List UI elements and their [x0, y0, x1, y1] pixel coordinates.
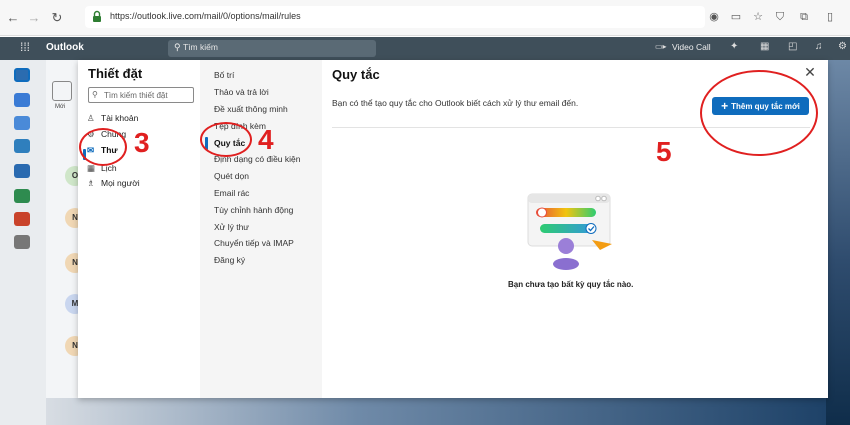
subnav-compose-reply[interactable]: Thảo và trả lời [214, 87, 269, 97]
calendar-app-icon[interactable] [14, 93, 30, 107]
outlook-header [0, 37, 850, 60]
subnav-junk-email[interactable]: Email rác [214, 188, 249, 198]
search-icon: ⚲ [92, 90, 98, 99]
settings-nav-account[interactable]: ♙ Tài khoản [87, 111, 192, 125]
shield-icon[interactable]: ⛉ [772, 9, 788, 25]
annotation-number: 3 [134, 127, 150, 158]
split-screen-icon[interactable]: ▯ [822, 9, 838, 25]
settings-nav-label: Mọi người [101, 178, 140, 188]
app-launcher-icon[interactable]: ⁞⁞⁞ [20, 40, 30, 54]
settings-gear-icon[interactable]: ⚙ [838, 41, 847, 52]
new-mail-button[interactable] [52, 81, 72, 101]
empty-state-text: Bạn chưa tạo bất kỳ quy tắc nào. [508, 280, 634, 289]
subnav-message-handling[interactable]: Xử lý thư [214, 222, 249, 232]
rules-illustration-icon [527, 193, 612, 270]
excel-app-icon[interactable] [14, 189, 30, 203]
settings-title: Thiết đặt [88, 66, 143, 81]
chat-icon[interactable]: ◰ [788, 41, 797, 52]
reload-icon[interactable]: ↻ [48, 9, 66, 27]
subnav-sweep[interactable]: Quét dọn [214, 171, 249, 181]
annotation-circle-rules [200, 122, 252, 157]
new-mail-label: Mới [55, 104, 66, 110]
reader-mode-icon[interactable]: ▭ [728, 9, 744, 25]
subnav-smart-suggestions[interactable]: Đề xuất thông minh [214, 104, 288, 114]
word-app-icon[interactable] [14, 164, 30, 178]
more-apps-icon[interactable] [14, 235, 30, 249]
lock-icon [93, 10, 101, 22]
close-icon[interactable]: ✕ [802, 64, 818, 80]
annotation-circle-add-rule [700, 70, 818, 156]
subnav-layout[interactable]: Bố trí [214, 70, 234, 80]
subnav-subscriptions[interactable]: Đăng ký [214, 255, 245, 265]
annotation-circle-mail [79, 128, 127, 166]
bell-icon[interactable]: ♫ [815, 41, 823, 52]
page-title: Quy tắc [332, 67, 380, 82]
people-app-icon[interactable] [14, 116, 30, 130]
mail-search-placeholder: Tìm kiếm [183, 42, 218, 52]
mail-app-icon[interactable] [14, 68, 30, 82]
eye-icon[interactable]: ◉ [706, 9, 722, 25]
url-text: https://outlook.live.com/mail/0/options/… [110, 11, 301, 21]
settings-nav-people[interactable]: ♗ Mọi người [87, 176, 192, 190]
search-icon: ⚲ [174, 42, 181, 52]
subnav-forwarding-imap[interactable]: Chuyển tiếp và IMAP [214, 238, 294, 248]
background-wallpaper-bottom [46, 398, 826, 425]
person-icon: ♙ [87, 113, 95, 123]
subnav-customize-actions[interactable]: Tùy chỉnh hành động [214, 205, 293, 215]
forward-arrow-icon[interactable]: → [25, 9, 43, 27]
people-icon: ♗ [87, 178, 95, 188]
app-name: Outlook [46, 42, 84, 53]
rules-description: Bạn có thể tạo quy tắc cho Outlook biết … [332, 98, 579, 108]
annotation-number: 5 [656, 136, 672, 167]
extensions-icon[interactable]: ⧉ [796, 9, 812, 25]
todo-app-icon[interactable] [14, 139, 30, 153]
settings-nav-label: Tài khoản [101, 113, 139, 123]
background-wallpaper [825, 60, 850, 425]
annotation-number: 4 [258, 124, 274, 155]
calendar-header-icon[interactable]: ▦ [760, 41, 769, 52]
powerpoint-app-icon[interactable] [14, 212, 30, 226]
star-icon[interactable]: ☆ [750, 9, 766, 25]
settings-search-placeholder: Tìm kiếm thiết đặt [104, 91, 168, 100]
teams-icon[interactable]: ✦ [730, 41, 738, 52]
back-arrow-icon[interactable]: ← [4, 9, 22, 27]
video-call-label[interactable]: Video Call [672, 42, 711, 52]
video-camera-icon[interactable]: ▭▸ [655, 42, 667, 51]
